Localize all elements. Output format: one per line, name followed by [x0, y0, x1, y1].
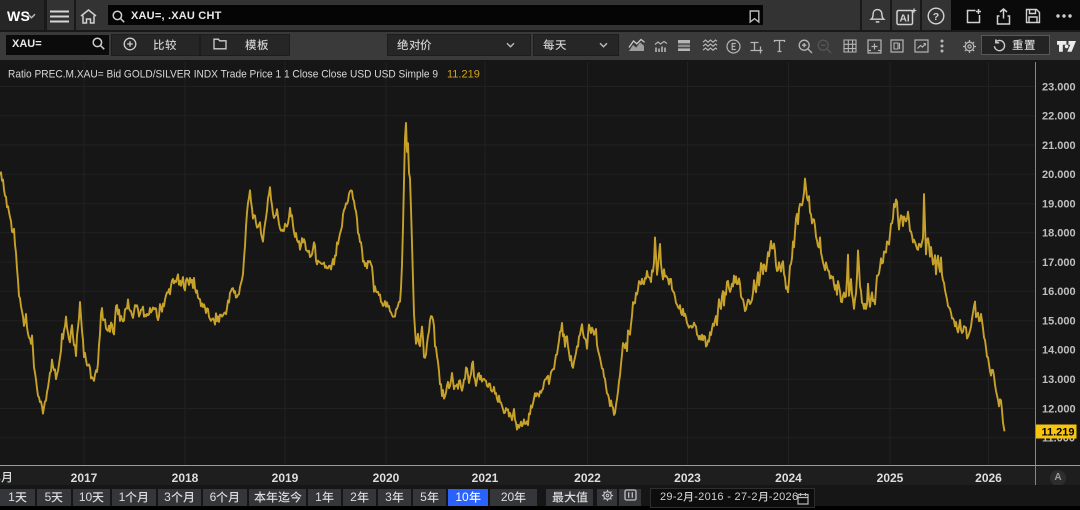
- svg-text:2021: 2021: [472, 471, 499, 485]
- svg-text:20.000: 20.000: [1042, 169, 1076, 181]
- svg-text:2017: 2017: [71, 471, 98, 485]
- svg-text:11.219: 11.219: [1042, 427, 1075, 439]
- svg-text:14.000: 14.000: [1042, 345, 1076, 357]
- svg-text:22.000: 22.000: [1042, 111, 1076, 123]
- svg-text:13.000: 13.000: [1042, 374, 1076, 386]
- svg-text:2023: 2023: [674, 471, 701, 485]
- svg-text:12.000: 12.000: [1042, 403, 1076, 415]
- svg-text:Ratio PREC.M.XAU= Bid GOLD/SIL: Ratio PREC.M.XAU= Bid GOLD/SILVER INDX T…: [8, 69, 438, 81]
- svg-text:18.000: 18.000: [1042, 228, 1076, 240]
- svg-text:AI: AI: [900, 13, 910, 24]
- svg-text:11.219: 11.219: [447, 69, 480, 81]
- svg-text:23.000: 23.000: [1042, 81, 1076, 93]
- svg-text:17.000: 17.000: [1042, 257, 1076, 269]
- svg-text:2026: 2026: [975, 471, 1002, 485]
- svg-text:16.000: 16.000: [1042, 286, 1076, 298]
- svg-text:2022: 2022: [574, 471, 601, 485]
- svg-text:21.000: 21.000: [1042, 140, 1076, 152]
- svg-text:2024: 2024: [775, 471, 802, 485]
- svg-text:2025: 2025: [877, 471, 904, 485]
- svg-text:?: ?: [933, 11, 939, 23]
- svg-text:2020: 2020: [373, 471, 400, 485]
- svg-text:2018: 2018: [172, 471, 199, 485]
- svg-text:15.000: 15.000: [1042, 316, 1076, 328]
- svg-text:2019: 2019: [272, 471, 299, 485]
- svg-text:19.000: 19.000: [1042, 198, 1076, 210]
